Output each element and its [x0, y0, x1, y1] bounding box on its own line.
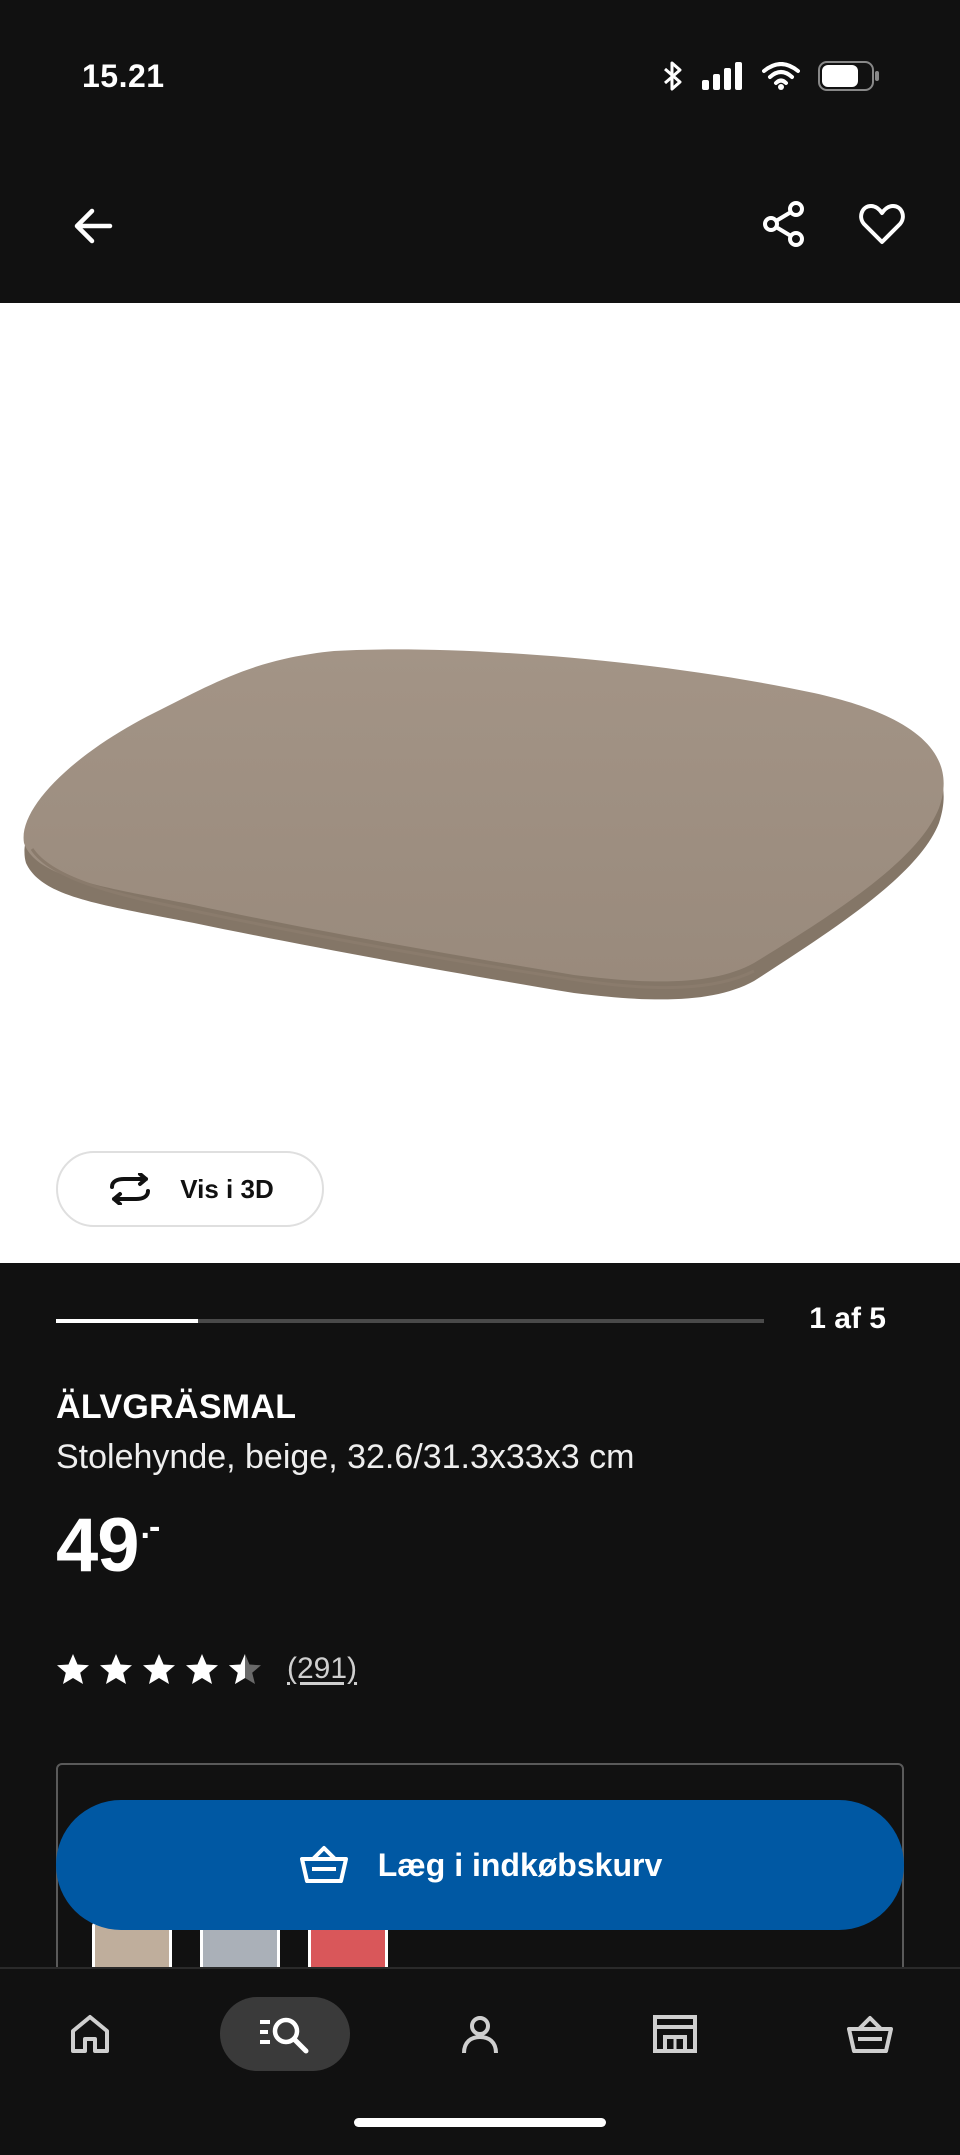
star-icon: [57, 1654, 89, 1684]
star-icon: [100, 1654, 132, 1684]
carousel-progress-fill: [56, 1319, 198, 1323]
status-icons: [662, 60, 880, 92]
share-button[interactable]: [758, 198, 810, 250]
cart-icon: [847, 2016, 893, 2053]
nav-home[interactable]: [50, 1997, 130, 2071]
share-icon: [763, 201, 804, 247]
status-time: 15.21: [82, 58, 165, 94]
add-to-cart-label: Læg i indkøbskurv: [377, 1846, 663, 1883]
battery-icon: [818, 61, 879, 91]
wifi-icon: [762, 62, 800, 90]
search-icon: [260, 2017, 309, 2054]
carousel-counter: 1 af 5: [809, 1302, 886, 1335]
carousel-progress: [56, 1319, 764, 1323]
view-3d-button[interactable]: Vis i 3D: [56, 1151, 324, 1227]
back-arrow-icon: [74, 208, 113, 244]
add-to-cart-button[interactable]: Læg i indkøbskurv: [56, 1800, 904, 1930]
product-image: [23, 649, 944, 1000]
heart-icon: [859, 204, 905, 244]
price-value: 49: [56, 1503, 140, 1588]
nav-profile[interactable]: [440, 1997, 520, 2071]
half-star-icon: [229, 1654, 261, 1684]
home-indicator: [354, 2118, 606, 2127]
profile-icon: [462, 2016, 498, 2054]
star-icon: [186, 1654, 218, 1684]
nav-search[interactable]: [220, 1997, 350, 2071]
signal-icon: [702, 62, 742, 90]
product-image-area[interactable]: Vis i 3D: [0, 303, 960, 1263]
basket-icon: [299, 1846, 348, 1883]
price-suffix: .-: [140, 1508, 161, 1546]
product-price: 49 .-: [56, 1502, 161, 1589]
review-count[interactable]: (291): [287, 1652, 357, 1686]
store-icon: [653, 2015, 697, 2053]
back-button[interactable]: [70, 202, 118, 250]
product-description: Stolehynde, beige, 32.6/31.3x33x3 cm: [56, 1438, 635, 1476]
product-name: ÄLVGRÄSMAL: [56, 1388, 297, 1426]
top-nav: [0, 150, 960, 303]
view-3d-label: Vis i 3D: [180, 1173, 274, 1204]
nav-cart[interactable]: [830, 1997, 910, 2071]
rotate-3d-icon: [110, 1173, 151, 1205]
star-icon: [143, 1654, 175, 1684]
bluetooth-icon: [664, 61, 682, 91]
favourite-button[interactable]: [856, 198, 908, 250]
product-rating[interactable]: (291): [56, 1652, 357, 1686]
nav-store[interactable]: [635, 1997, 715, 2071]
home-icon: [71, 2015, 109, 2053]
status-bar: 15.21: [0, 0, 960, 150]
